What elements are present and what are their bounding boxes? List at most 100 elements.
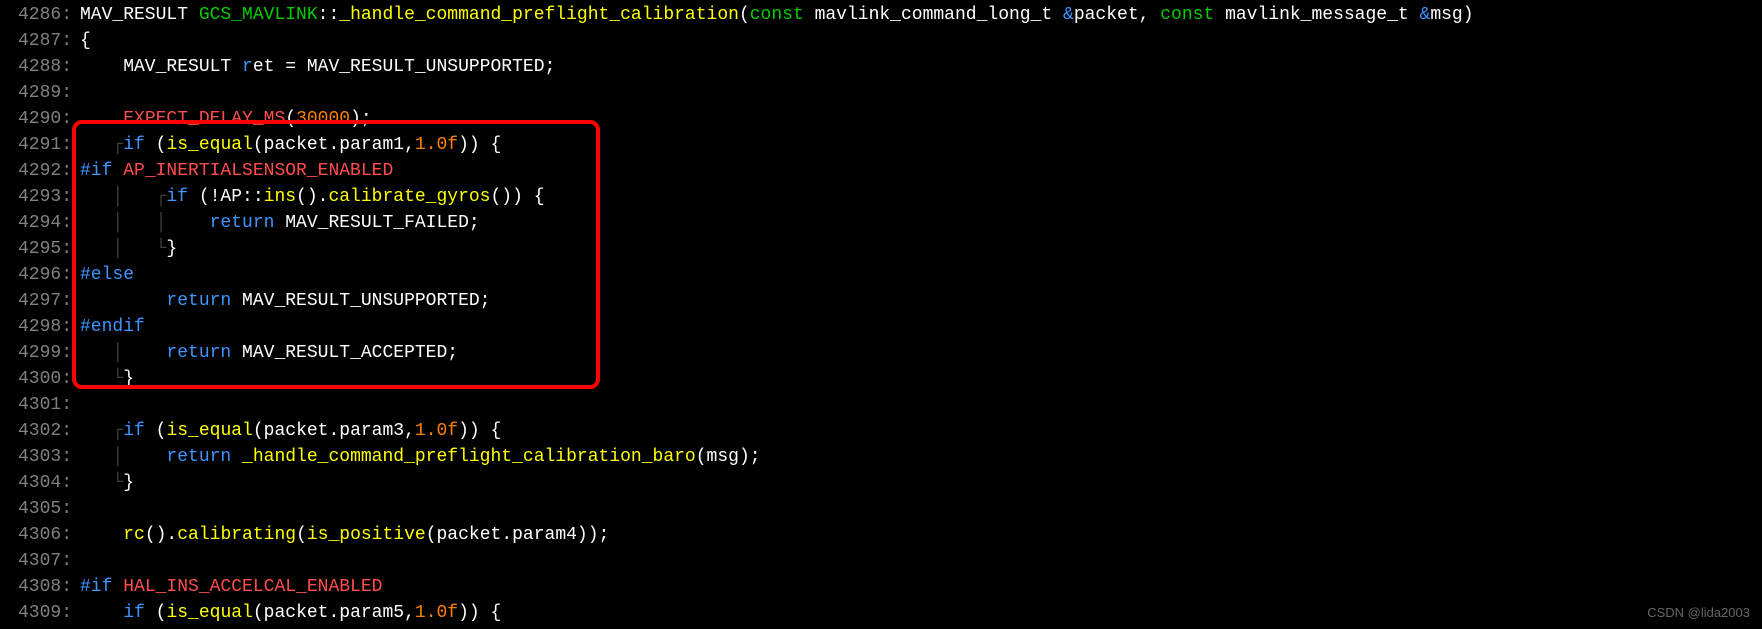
token: et = MAV_RESULT_UNSUPPORTED; [253, 57, 555, 77]
line-number: 4303: [0, 444, 80, 470]
code-line[interactable]: 4289: [0, 80, 1762, 106]
token: )) { [458, 603, 501, 623]
code-line[interactable]: 4298:#endif [0, 314, 1762, 340]
token: if [123, 135, 155, 155]
token: (!AP:: [199, 187, 264, 207]
token: } [123, 369, 134, 389]
code-content[interactable]: MAV_RESULT ret = MAV_RESULT_UNSUPPORTED; [80, 54, 1762, 80]
token [80, 291, 166, 311]
code-line[interactable]: 4287:{ [0, 28, 1762, 54]
code-content[interactable]: EXPECT_DELAY_MS(30000); [80, 106, 1762, 132]
code-line[interactable]: 4286:MAV_RESULT GCS_MAVLINK::_handle_com… [0, 2, 1762, 28]
token: is_positive [307, 525, 426, 545]
token [80, 109, 123, 129]
code-content[interactable]: │ return MAV_RESULT_ACCEPTED; [80, 340, 1762, 366]
code-line[interactable]: 4294: │ │ return MAV_RESULT_FAILED; [0, 210, 1762, 236]
line-number: 4306: [0, 522, 80, 548]
code-line[interactable]: 4307: [0, 548, 1762, 574]
token: (msg); [696, 447, 761, 467]
code-line[interactable]: 4292:#if AP_INERTIALSENSOR_ENABLED [0, 158, 1762, 184]
line-number: 4287: [0, 28, 80, 54]
line-number: 4298: [0, 314, 80, 340]
token: )) { [458, 135, 501, 155]
code-content[interactable]: #if AP_INERTIALSENSOR_ENABLED [80, 158, 1762, 184]
token: & [1420, 5, 1431, 25]
token: MAV_RESULT_FAILED; [285, 213, 479, 233]
token: 30000 [296, 109, 350, 129]
token: mavlink_message_t [1225, 5, 1419, 25]
code-line[interactable]: 4293: │ ┌if (!AP::ins().calibrate_gyros(… [0, 184, 1762, 210]
code-line[interactable]: 4300: └} [0, 366, 1762, 392]
code-content[interactable]: #if HAL_INS_ACCELCAL_ENABLED [80, 574, 1762, 600]
token: is_equal [166, 135, 252, 155]
watermark-text: CSDN @lida2003 [1647, 604, 1750, 623]
code-line[interactable]: 4291: ┌if (is_equal(packet.param1,1.0f))… [0, 132, 1762, 158]
code-content[interactable]: rc().calibrating(is_positive(packet.para… [80, 522, 1762, 548]
token [80, 603, 123, 623]
token: is_equal [166, 603, 252, 623]
code-line[interactable]: 4297: return MAV_RESULT_UNSUPPORTED; [0, 288, 1762, 314]
token: (). [145, 525, 177, 545]
code-line[interactable]: 4306: rc().calibrating(is_positive(packe… [0, 522, 1762, 548]
code-content[interactable]: ┌if (is_equal(packet.param1,1.0f)) { [80, 132, 1762, 158]
code-content[interactable]: └} [80, 470, 1762, 496]
token: { [80, 31, 91, 51]
line-number: 4288: [0, 54, 80, 80]
code-line[interactable]: 4309: if (is_equal(packet.param5,1.0f)) … [0, 600, 1762, 626]
code-editor[interactable]: 4286:MAV_RESULT GCS_MAVLINK::_handle_com… [0, 0, 1762, 626]
code-content[interactable]: ┌if (is_equal(packet.param3,1.0f)) { [80, 418, 1762, 444]
token: packet, [1074, 5, 1160, 25]
code-line[interactable]: 4301: [0, 392, 1762, 418]
token: const [1160, 5, 1225, 25]
token: │ [80, 447, 166, 467]
line-number: 4307: [0, 548, 80, 574]
code-content[interactable]: └} [80, 366, 1762, 392]
code-content[interactable]: │ ┌if (!AP::ins().calibrate_gyros()) { [80, 184, 1762, 210]
token: msg [1430, 5, 1462, 25]
code-content[interactable]: #endif [80, 314, 1762, 340]
code-content[interactable]: MAV_RESULT GCS_MAVLINK::_handle_command_… [80, 2, 1762, 28]
code-line[interactable]: 4299: │ return MAV_RESULT_ACCEPTED; [0, 340, 1762, 366]
token: _handle_command_preflight_calibration_ba… [242, 447, 696, 467]
token: MAV_RESULT_ACCEPTED; [242, 343, 458, 363]
token: rc [123, 525, 145, 545]
token: & [1063, 5, 1074, 25]
token: calibrate_gyros [328, 187, 490, 207]
code-content[interactable]: if (is_equal(packet.param5,1.0f)) { [80, 600, 1762, 626]
code-line[interactable]: 4304: └} [0, 470, 1762, 496]
token: #endif [80, 317, 145, 337]
code-content[interactable]: │ │ return MAV_RESULT_FAILED; [80, 210, 1762, 236]
line-number: 4295: [0, 236, 80, 262]
code-content[interactable]: │ return _handle_command_preflight_calib… [80, 444, 1762, 470]
line-number: 4309: [0, 600, 80, 626]
token: #if [80, 577, 123, 597]
code-line[interactable]: 4290: EXPECT_DELAY_MS(30000); [0, 106, 1762, 132]
code-line[interactable]: 4302: ┌if (is_equal(packet.param3,1.0f))… [0, 418, 1762, 444]
token: ┌ [80, 135, 123, 155]
token: #else [80, 265, 134, 285]
code-content[interactable]: │ └} [80, 236, 1762, 262]
token: ) [1463, 5, 1474, 25]
token: ( [156, 421, 167, 441]
code-line[interactable]: 4296:#else [0, 262, 1762, 288]
line-number: 4291: [0, 132, 80, 158]
code-line[interactable]: 4308:#if HAL_INS_ACCELCAL_ENABLED [0, 574, 1762, 600]
code-content[interactable]: #else [80, 262, 1762, 288]
code-line[interactable]: 4303: │ return _handle_command_preflight… [0, 444, 1762, 470]
token: (packet.param1, [253, 135, 415, 155]
token: const [750, 5, 815, 25]
line-number: 4293: [0, 184, 80, 210]
code-line[interactable]: 4288: MAV_RESULT ret = MAV_RESULT_UNSUPP… [0, 54, 1762, 80]
token: return [166, 343, 242, 363]
code-content[interactable]: return MAV_RESULT_UNSUPPORTED; [80, 288, 1762, 314]
code-content[interactable]: { [80, 28, 1762, 54]
code-line[interactable]: 4305: [0, 496, 1762, 522]
code-line[interactable]: 4295: │ └} [0, 236, 1762, 262]
token: _handle_command_preflight_calibration [339, 5, 739, 25]
line-number: 4286: [0, 2, 80, 28]
token: EXPECT_DELAY_MS [123, 109, 285, 129]
token: ); [350, 109, 372, 129]
token: if [123, 603, 155, 623]
token: ins [264, 187, 296, 207]
token: mavlink_command_long_t [815, 5, 1063, 25]
